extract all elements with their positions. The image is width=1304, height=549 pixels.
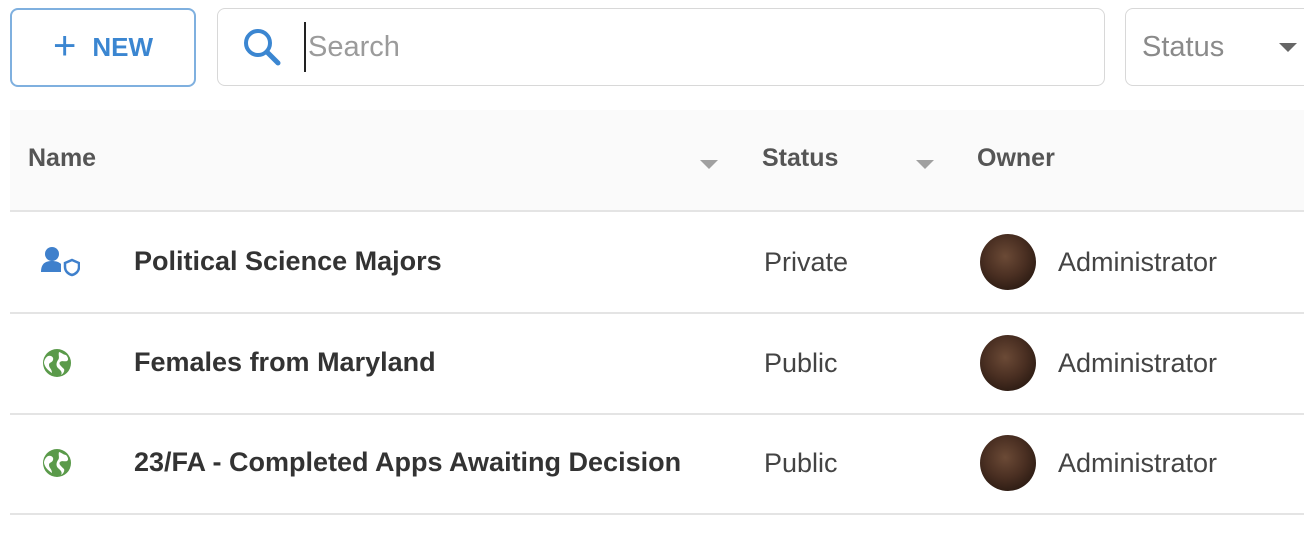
row-owner: Administrator [1058,448,1218,478]
globe-icon [40,347,80,379]
column-header-owner[interactable]: Owner [977,144,1055,173]
new-button[interactable]: + NEW [10,8,196,87]
table-row[interactable]: Females from Maryland Public Administrat… [10,313,1304,415]
column-header-name[interactable]: Name [28,144,96,173]
row-owner: Administrator [1058,348,1218,378]
row-name[interactable]: Females from Maryland [134,347,436,378]
status-filter-dropdown[interactable]: Status [1125,8,1304,86]
sort-name-icon[interactable] [700,160,718,169]
row-status: Public [764,348,838,378]
plus-icon: + [52,23,77,68]
column-header-status[interactable]: Status [762,144,838,173]
chevron-down-icon [1279,43,1297,52]
saved-lists-page: + NEW Status Name Status Owner [0,0,1304,549]
row-status: Public [764,448,838,478]
table-row[interactable]: Political Science Majors Private Adminis… [10,212,1304,314]
table-header: Name Status Owner [10,110,1304,212]
globe-icon [40,447,80,479]
avatar [980,234,1036,290]
avatar [980,335,1036,391]
search-icon [240,25,284,69]
sort-status-icon[interactable] [916,160,934,169]
user-lock-icon [40,246,81,278]
row-name[interactable]: Political Science Majors [134,246,442,277]
search-input[interactable] [304,22,1068,72]
new-button-label: NEW [92,32,154,62]
search-box[interactable] [217,8,1105,86]
row-status: Private [764,247,849,277]
row-owner: Administrator [1058,247,1218,277]
row-name[interactable]: 23/FA - Completed Apps Awaiting Decision [134,447,681,478]
avatar [980,435,1036,491]
status-filter-label: Status [1142,30,1225,63]
table-row[interactable]: 23/FA - Completed Apps Awaiting Decision… [10,413,1304,515]
